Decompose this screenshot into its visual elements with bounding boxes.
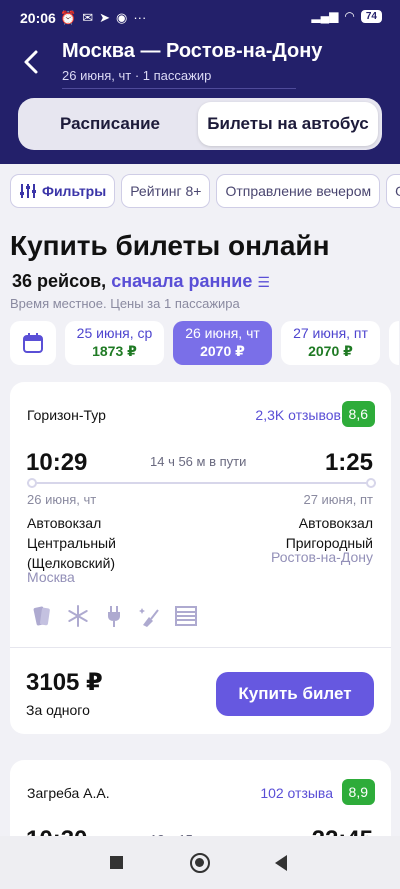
date-price: 2070 ₽	[200, 343, 245, 359]
socket-icon	[108, 606, 120, 627]
battery-icon: 74	[360, 9, 382, 23]
arrival-date: 27 июня, пт	[303, 492, 373, 507]
clock: 20:06	[20, 10, 56, 26]
arrival-station: Автовокзал Пригородный	[285, 515, 373, 551]
arrival-time: 1:25	[324, 449, 373, 476]
date-label: 25 июня, ср	[76, 325, 153, 341]
reviews-link[interactable]: 2,3K отзывов	[255, 407, 341, 423]
route-line	[27, 482, 376, 484]
route-title[interactable]: Москва — Ростов-на-Дону	[62, 40, 322, 63]
departure-dot	[27, 478, 37, 488]
carrier-name: Загреба А.А.	[27, 785, 110, 801]
price-note: За одного	[26, 702, 90, 718]
filter-rating[interactable]: Рейтинг 8+	[121, 174, 211, 208]
filters-button[interactable]: Фильтры	[10, 174, 116, 208]
filter-evening-departure[interactable]: Отправление вечером	[216, 174, 381, 208]
send-icon: ➤	[99, 10, 110, 25]
sort-label: сначала ранние	[111, 271, 253, 291]
chat-icon: ◉	[116, 10, 128, 25]
time-note: Время местное. Цены за 1 пассажира	[10, 296, 240, 311]
departure-city: Москва	[27, 569, 75, 585]
route-underline	[62, 88, 296, 89]
date-option[interactable]: 25 июня, ср 1873 ₽	[65, 321, 164, 365]
trip-card[interactable]: Горизон-Тур 2,3K отзывов 8,6 10:29 14 ч …	[10, 382, 391, 734]
date-option-partial[interactable]	[389, 321, 399, 365]
date-option-selected[interactable]: 26 июня, чт 2070 ₽	[173, 321, 272, 365]
filters-label: Фильтры	[42, 183, 107, 199]
calendar-icon	[23, 333, 43, 353]
arrival-city: Ростов-на-Дону	[271, 549, 373, 565]
results-count: 36 рейсов, сначала ранние ☰	[12, 271, 270, 292]
trip-card[interactable]: Загреба А.А. 102 отзыва 8,9 10:30 12 ч 1…	[10, 760, 391, 840]
header: 20:06 ⏰ ✉ ➤ ◉ ··· ▂▄▆ ◠ 74 Москва — Рост…	[0, 0, 400, 164]
reviews-link[interactable]: 102 отзыва	[260, 785, 333, 801]
card-divider	[10, 647, 391, 648]
arrival-dot	[366, 478, 376, 488]
tab-schedule[interactable]: Расписание	[22, 102, 198, 146]
cleaning-icon	[139, 608, 159, 627]
page-title: Купить билеты онлайн	[10, 230, 330, 261]
rating-badge: 8,9	[341, 779, 375, 805]
filter-more[interactable]: О	[386, 174, 400, 208]
trip-duration: 14 ч 56 м в пути	[150, 454, 247, 469]
sort-button[interactable]: сначала ранние ☰	[111, 271, 270, 291]
mode-tabs: Расписание Билеты на автобус	[18, 98, 382, 150]
carrier-name: Горизон-Тур	[27, 407, 106, 423]
route-subtitle[interactable]: 26 июня, чт · 1 пассажир	[62, 68, 211, 83]
recents-button[interactable]	[110, 856, 123, 869]
filter-chips: Фильтры Рейтинг 8+ Отправление вечером О	[10, 174, 400, 208]
mail-icon: ✉	[82, 10, 94, 25]
system-nav-bar	[0, 836, 400, 889]
back-arrow-icon[interactable]	[18, 48, 46, 76]
buy-ticket-button[interactable]: Купить билет	[216, 672, 374, 716]
signal-icon: ▂▄▆	[311, 9, 339, 23]
wifi-icon: ◠	[344, 9, 355, 23]
back-button[interactable]	[275, 855, 287, 871]
alarm-icon: ⏰	[60, 10, 77, 25]
departure-time: 10:29	[26, 449, 88, 476]
date-option[interactable]: 27 июня, пт 2070 ₽	[281, 321, 380, 365]
date-label: 26 июня, чт	[185, 325, 260, 341]
departure-station: Автовокзал Центральный (Щелковский)	[27, 515, 116, 571]
departure-date: 26 июня, чт	[27, 492, 97, 507]
date-selector: 25 июня, ср 1873 ₽ 26 июня, чт 2070 ₽ 27…	[10, 321, 399, 365]
rating-badge: 8,6	[341, 401, 375, 427]
home-button[interactable]	[190, 853, 210, 873]
status-bar: 20:06 ⏰ ✉ ➤ ◉ ··· ▂▄▆ ◠ 74	[0, 0, 400, 36]
system-icons: ▂▄▆ ◠ 74	[311, 9, 382, 23]
ticket-icon	[33, 606, 50, 626]
count-label: 36 рейсов,	[12, 271, 107, 291]
date-label: 27 июня, пт	[293, 325, 368, 341]
sliders-icon	[20, 184, 36, 198]
amenities	[30, 604, 198, 628]
notification-icons: ⏰ ✉ ➤ ◉ ···	[60, 10, 146, 26]
ticket-price: 3105 ₽	[26, 669, 103, 696]
date-price: 2070 ₽	[308, 343, 353, 359]
more-icon: ···	[133, 10, 147, 25]
calendar-button[interactable]	[10, 321, 56, 365]
snowflake-icon	[68, 605, 88, 627]
sort-icon: ☰	[257, 274, 270, 290]
date-price: 1873 ₽	[92, 343, 137, 359]
tab-bus-tickets[interactable]: Билеты на автобус	[198, 102, 378, 146]
curtain-icon	[175, 606, 197, 626]
